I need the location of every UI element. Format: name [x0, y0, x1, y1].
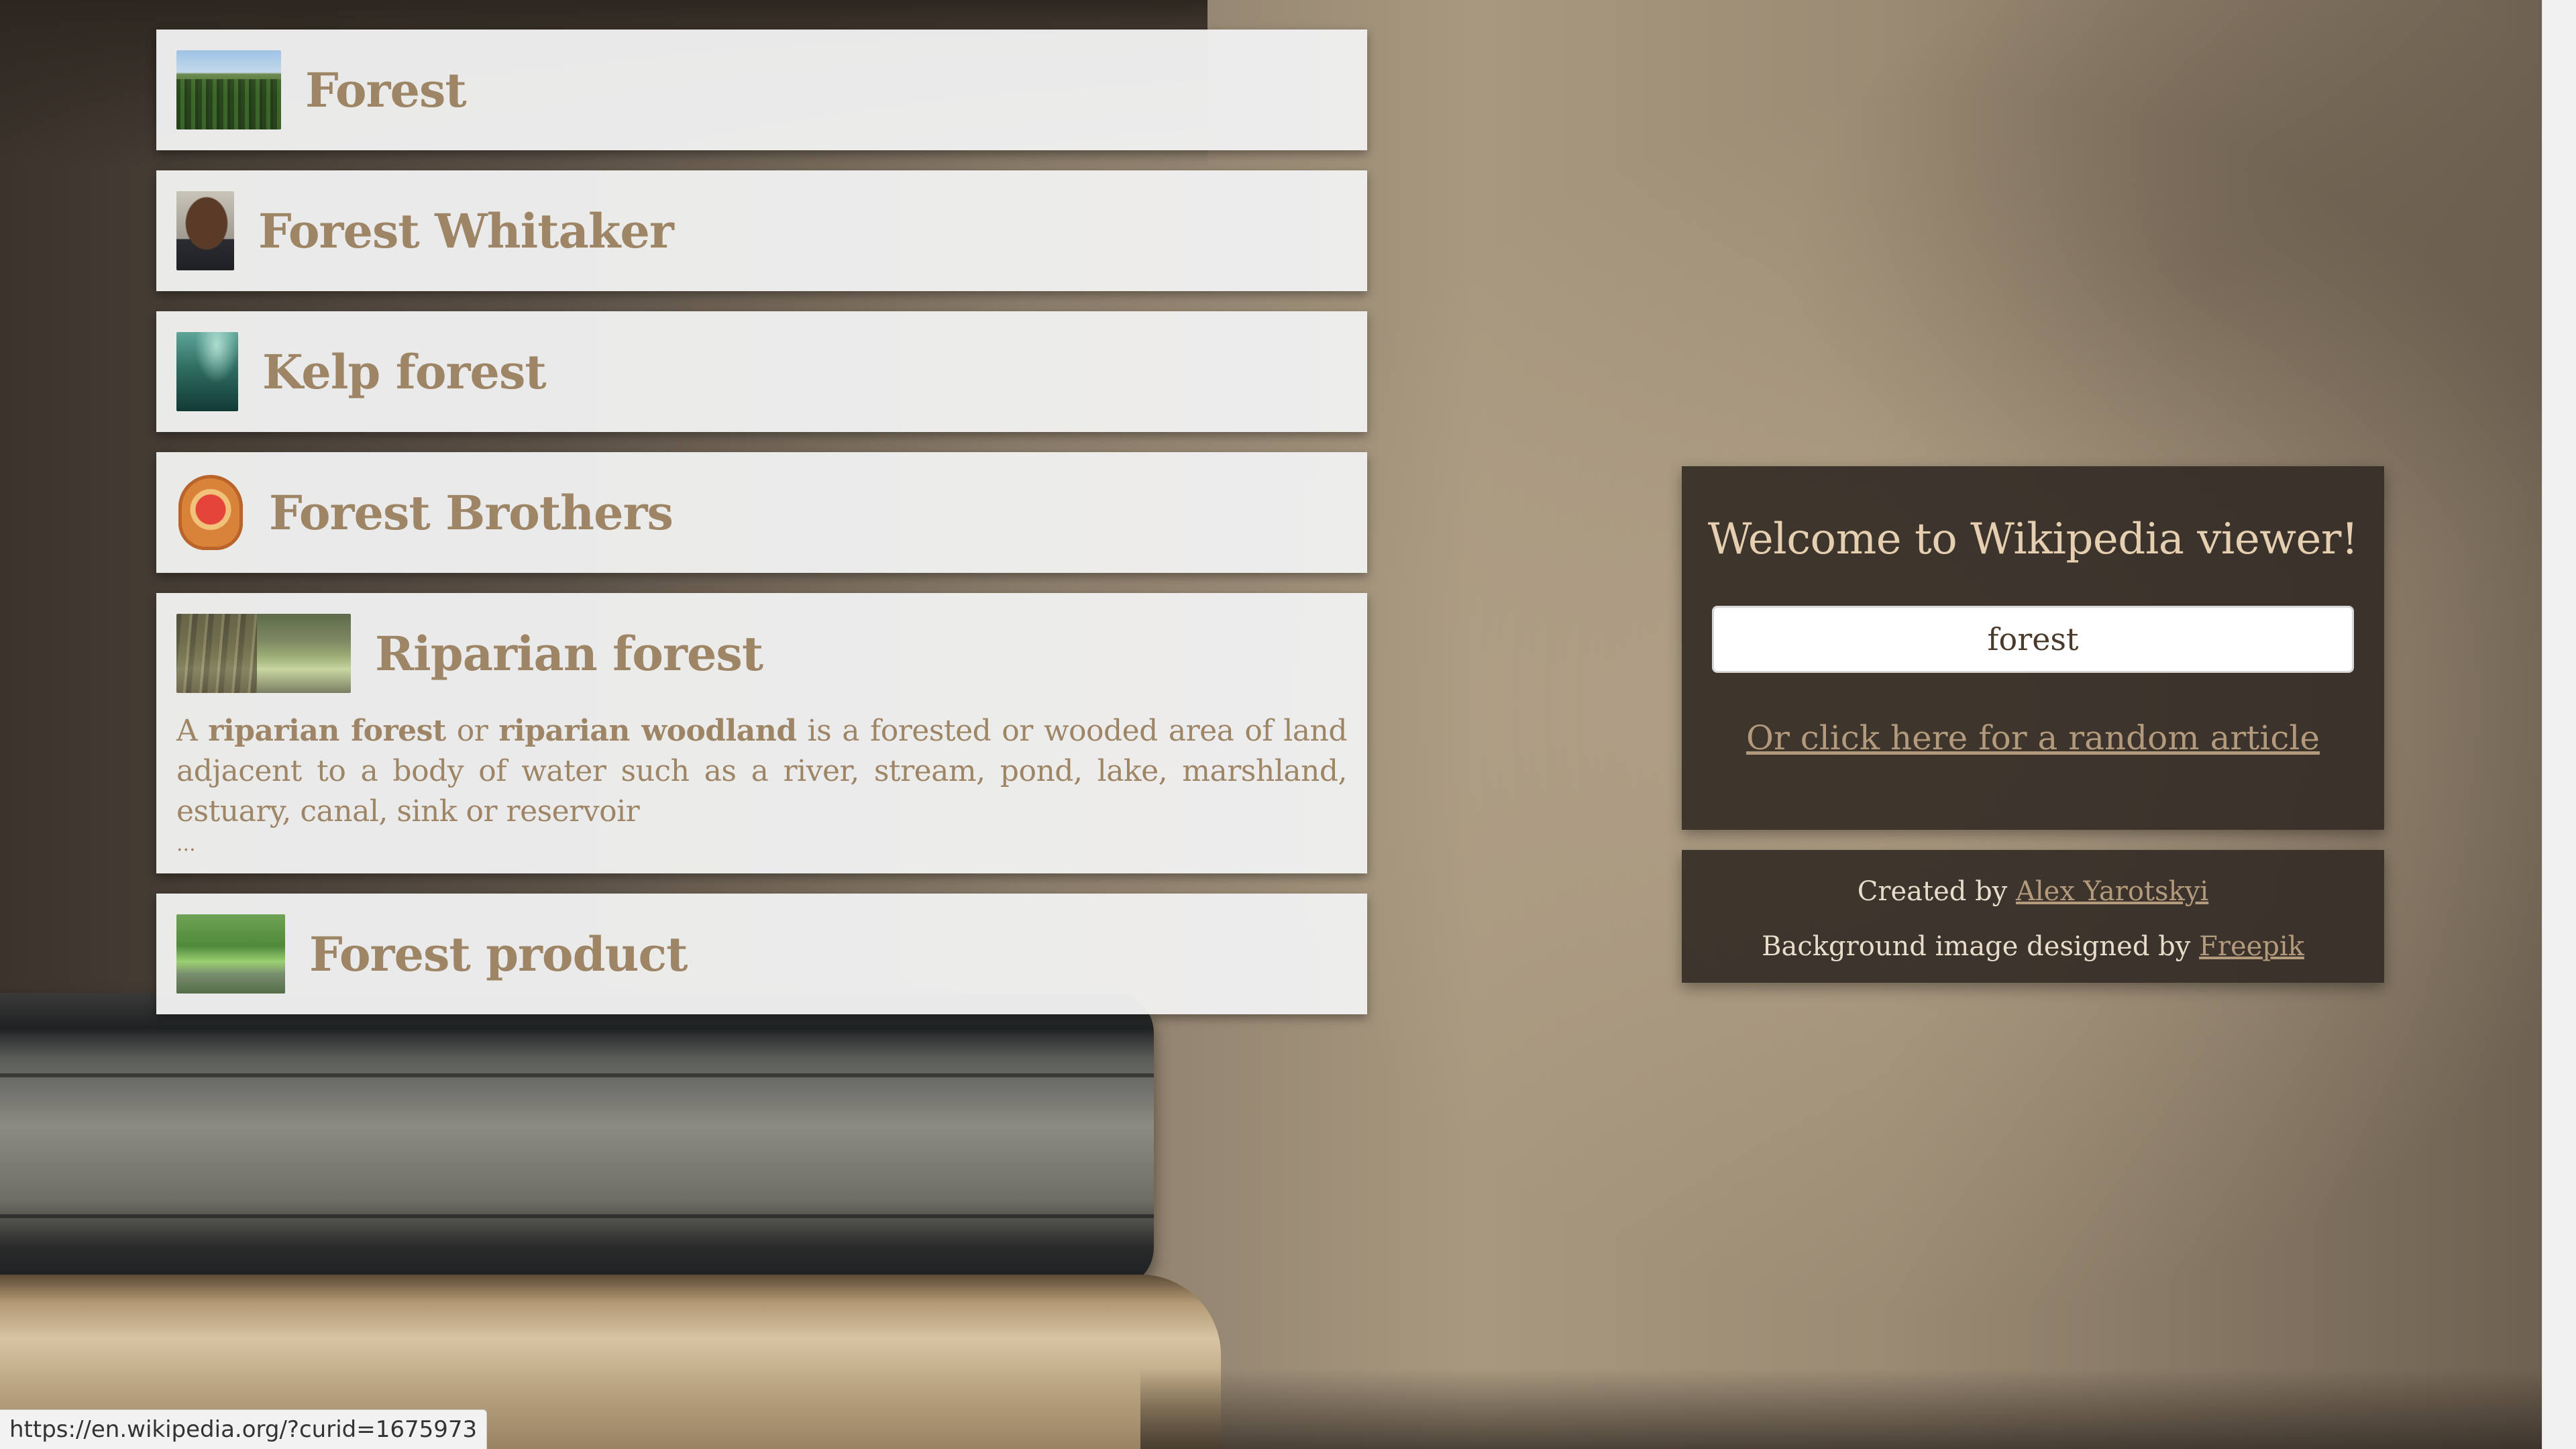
welcome-panel: Welcome to Wikipedia viewer! Or click he… [1682, 466, 2384, 830]
result-card-header: Forest Whitaker [176, 189, 1347, 272]
search-input[interactable] [1712, 606, 2354, 673]
result-card-header: Forest Brothers [176, 471, 1347, 554]
extract-text: A [176, 714, 209, 748]
forest-path-thumbnail [176, 914, 285, 994]
result-title: Riparian forest [375, 625, 763, 682]
created-by-line: Created by Alex Yarotskyi [1682, 873, 2384, 928]
result-card-forest[interactable]: Forest [156, 30, 1367, 150]
book-edge-line [0, 1073, 1154, 1077]
freepik-link[interactable]: Freepik [2199, 931, 2304, 962]
welcome-title: Welcome to Wikipedia viewer! [1707, 515, 2359, 564]
result-title: Kelp forest [262, 343, 547, 400]
result-title: Forest Brothers [269, 484, 674, 541]
result-extract: A riparian forest or riparian woodland i… [176, 711, 1348, 832]
result-card-header: Riparian forest [176, 612, 1347, 695]
result-card-kelp-forest[interactable]: Kelp forest [156, 311, 1367, 432]
result-title: Forest [305, 62, 467, 118]
search-box [1712, 606, 2354, 673]
result-card-header: Forest product [176, 912, 1347, 996]
result-card-forest-whitaker[interactable]: Forest Whitaker [156, 170, 1367, 291]
result-title: Forest product [309, 926, 688, 982]
book-edge-line [0, 1214, 1154, 1218]
result-title: Forest Whitaker [258, 203, 674, 259]
created-by-label: Created by [1857, 876, 2016, 907]
extract-bold-term: riparian woodland [498, 714, 797, 748]
background-book-dark [0, 993, 1154, 1288]
author-link[interactable]: Alex Yarotskyi [2016, 876, 2208, 907]
extract-ellipsis: ... [176, 833, 196, 856]
forest-thumbnail [176, 50, 281, 129]
search-results-list: Forest Forest Whitaker Kelp forest Fores… [156, 30, 1367, 1034]
random-article-link[interactable]: Or click here for a random article [1746, 718, 2320, 757]
result-card-riparian-forest[interactable]: Riparian forest A riparian forest or rip… [156, 593, 1367, 873]
background-credit-label: Background image designed by [1762, 931, 2200, 962]
riparian-thumbnail [176, 614, 351, 693]
background-floor [1140, 1368, 2542, 1449]
credits-panel: Created by Alex Yarotskyi Background ima… [1682, 850, 2384, 983]
result-card-header: Kelp forest [176, 330, 1347, 413]
extract-text: or [445, 714, 499, 748]
result-card-forest-product[interactable]: Forest product [156, 894, 1367, 1014]
result-card-header: Forest [176, 48, 1347, 131]
emblem-icon [178, 475, 243, 550]
extract-bold-term: riparian forest [208, 714, 446, 748]
result-card-forest-brothers[interactable]: Forest Brothers [156, 452, 1367, 573]
background-credit-line: Background image designed by Freepik [1682, 928, 2384, 983]
status-bar-url: https://en.wikipedia.org/?curid=1675973 [0, 1409, 488, 1449]
emblem-thumbnail [176, 473, 245, 552]
kelp-thumbnail [176, 332, 238, 411]
page-scrollbar[interactable] [2542, 0, 2576, 1449]
portrait-thumbnail [176, 191, 234, 270]
